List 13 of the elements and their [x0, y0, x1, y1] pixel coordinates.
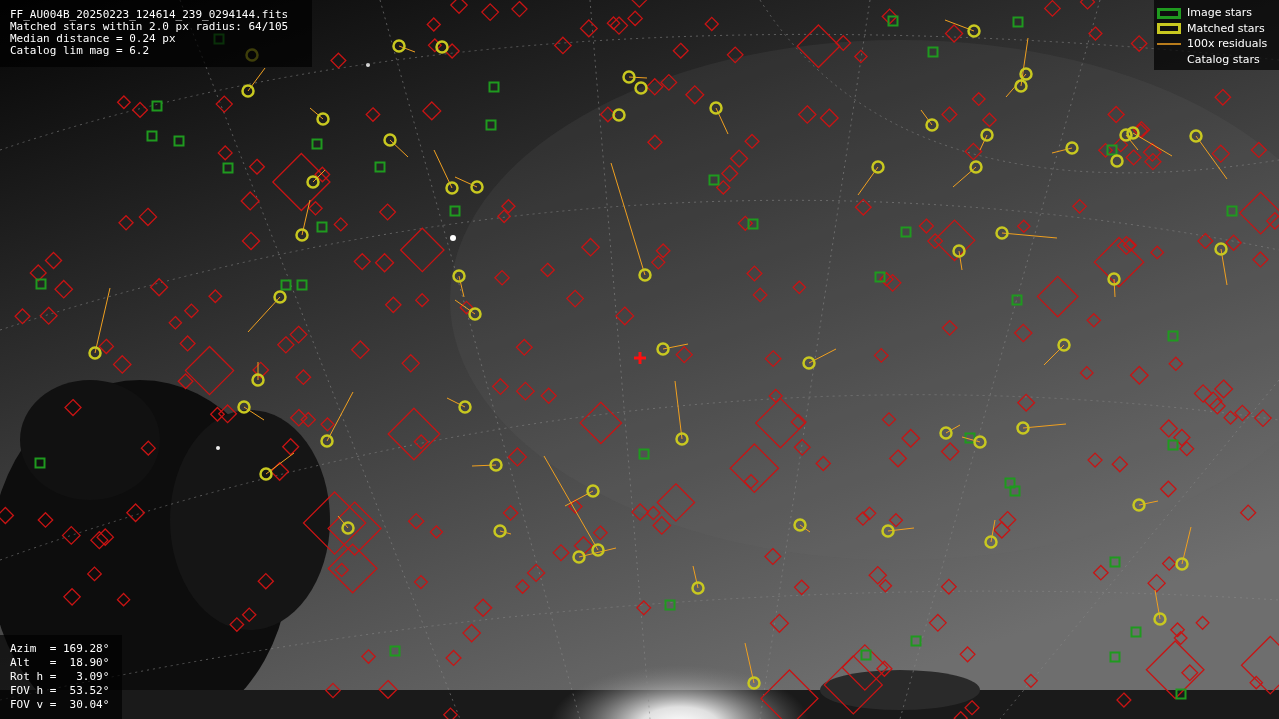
- pointing-text: FOV v = 30.04°: [10, 698, 110, 712]
- info-text: Median distance = 0.24 px: [10, 33, 176, 45]
- legend-label: 100x residuals: [1187, 38, 1268, 51]
- info-text: Catalog lim mag = 6.2: [10, 45, 150, 57]
- info-text: Matched stars within 2.0 px radius: 64/105: [10, 21, 289, 33]
- pointing-text: Rot h = 3.09°: [10, 670, 110, 684]
- pointing-text: FOV h = 53.52°: [10, 684, 110, 698]
- info-text: FF_AU004B_20250223_124614_239_0294144.fits: [10, 9, 289, 21]
- pointing-text: Azim = 169.28°: [10, 642, 110, 656]
- legend-label: Matched stars: [1187, 22, 1265, 35]
- legend-label: Catalog stars: [1187, 53, 1260, 66]
- pointing-text: Alt = 18.90°: [10, 656, 110, 670]
- legend-label: Image stars: [1187, 7, 1252, 20]
